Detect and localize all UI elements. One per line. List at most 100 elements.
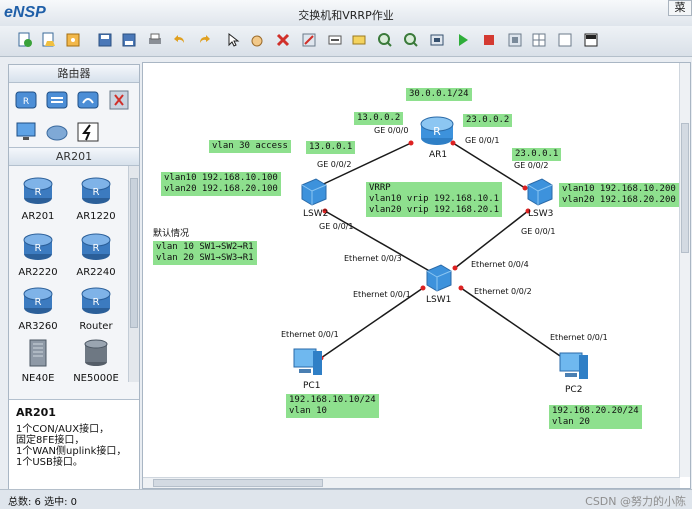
pan-hand-icon[interactable] — [248, 31, 266, 49]
switch-lsw3-icon[interactable] — [524, 175, 556, 207]
terminal-category-icon[interactable] — [14, 121, 38, 143]
note-default-paths[interactable]: vlan 10 SW1→SW2→R1 vlan 20 SW1→SW3→R1 — [153, 241, 257, 265]
title-bar: eNSP 交换机和VRRP作业 菜 — [0, 0, 692, 27]
model-ar2220[interactable]: R AR2220 — [13, 232, 63, 278]
toolbar — [0, 26, 692, 57]
start-device-icon[interactable] — [454, 31, 472, 49]
note-ar1-ip-left[interactable]: 13.0.0.2 — [354, 112, 404, 125]
device-info-line: 1个WAN侧uplink接口， — [16, 446, 127, 457]
link-lsw2-lsw1 — [324, 210, 434, 274]
save-all-icon[interactable] — [120, 31, 138, 49]
device-info-panel: AR201 1个CON/AUX接口， 固定8FE接口， 1个WAN侧uplink… — [9, 399, 139, 490]
text-note-icon[interactable] — [326, 31, 344, 49]
switch-category-icon[interactable] — [45, 89, 69, 111]
note-lsw2-ip[interactable]: 13.0.0.1 — [306, 141, 356, 154]
firewall-category-icon[interactable] — [107, 89, 131, 111]
open-icon[interactable] — [40, 31, 58, 49]
note-ar1-ip-right[interactable]: 23.0.0.2 — [463, 114, 513, 127]
cloud-category-icon[interactable] — [45, 121, 69, 143]
display-grid-icon[interactable] — [530, 31, 548, 49]
router-icon: R — [81, 177, 111, 204]
model-ar1220[interactable]: R AR1220 — [71, 176, 121, 222]
device-sidebar: 路由器 R AR201 R AR201 R AR1220 R AR2220 R … — [8, 64, 140, 491]
pc2-icon[interactable] — [557, 349, 591, 383]
port-label: GE 0/0/1 — [465, 136, 500, 145]
chassis-icon — [29, 339, 47, 367]
zoom-out-icon[interactable] — [402, 31, 420, 49]
chassis-icon — [84, 339, 108, 366]
port-label: GE 0/0/1 — [319, 222, 354, 231]
device-name-lsw1: LSW1 — [426, 295, 452, 305]
device-info-line: 1个USB接口。 — [16, 457, 83, 468]
device-name-lsw2: LSW2 — [303, 209, 329, 219]
wireless-category-icon[interactable] — [76, 89, 100, 111]
svg-text:R: R — [93, 187, 100, 198]
note-pc1[interactable]: 192.168.10.10/24 vlan 10 — [286, 394, 379, 418]
device-name-pc2: PC2 — [565, 385, 583, 395]
window-title: 交换机和VRRP作业 — [298, 9, 394, 22]
note-default-title[interactable]: 默认情况 — [153, 229, 190, 240]
switch-lsw1-icon[interactable] — [423, 261, 455, 293]
category-grid: R — [9, 83, 139, 147]
svg-text:R: R — [93, 297, 100, 308]
device-name-lsw3: LSW3 — [528, 209, 554, 219]
model-ar201[interactable]: R AR201 — [13, 176, 63, 222]
device-info-line: 1个CON/AUX接口， — [16, 424, 110, 435]
stop-device-icon[interactable] — [480, 31, 498, 49]
note-lsw3-vlans[interactable]: vlan10 192.168.10.200 vlan20 192.168.20.2… — [559, 183, 679, 207]
model-list-scrollbar[interactable] — [128, 166, 139, 382]
svg-text:R: R — [35, 187, 42, 198]
palette-icon[interactable] — [350, 31, 368, 49]
delete-icon[interactable] — [274, 31, 292, 49]
note-lsw3-ip[interactable]: 23.0.0.1 — [512, 148, 562, 161]
svg-text:R: R — [35, 243, 42, 254]
router-ar1-icon[interactable]: R — [419, 115, 455, 147]
port-label: Ethernet 0/0/4 — [471, 260, 529, 269]
settings-icon[interactable] — [582, 31, 600, 49]
new-topology-icon[interactable] — [16, 31, 34, 49]
device-info-title: AR201 — [16, 406, 56, 419]
model-ar3260[interactable]: R AR3260 — [13, 286, 63, 332]
delete-link-icon[interactable] — [300, 31, 318, 49]
status-text: 总数: 6 选中: 0 — [8, 497, 77, 508]
fit-view-icon[interactable] — [428, 31, 446, 49]
svg-text:R: R — [23, 97, 29, 107]
switch-lsw2-icon[interactable] — [298, 175, 330, 207]
model-ne5000e[interactable]: NE5000E — [71, 338, 121, 382]
select-icon[interactable] — [224, 31, 242, 49]
canvas-vertical-scrollbar[interactable] — [679, 63, 690, 477]
model-list: R AR201 R AR1220 R AR2220 R AR2240 R AR3… — [9, 166, 139, 382]
undo-icon[interactable] — [170, 31, 188, 49]
print-icon[interactable] — [146, 31, 164, 49]
port-label: GE 0/0/2 — [514, 161, 549, 170]
router-icon: R — [23, 233, 53, 260]
menu-button[interactable]: 菜 — [668, 0, 692, 16]
model-ne40e[interactable]: NE40E — [13, 338, 63, 382]
model-header: AR201 — [9, 147, 139, 166]
topology-icon[interactable] — [556, 31, 574, 49]
save-as-icon[interactable] — [96, 31, 114, 49]
save-icon[interactable] — [64, 31, 82, 49]
pc1-icon[interactable] — [291, 345, 325, 379]
note-vlan30[interactable]: vlan 30 access — [209, 140, 291, 153]
note-ar1-loopback[interactable]: 30.0.0.1/24 — [406, 88, 472, 101]
link-category-icon[interactable] — [76, 121, 100, 143]
model-router[interactable]: R Router — [71, 286, 121, 332]
canvas-horizontal-scrollbar[interactable] — [143, 477, 680, 488]
note-vrrp[interactable]: VRRP vlan10 vrip 192.168.10.1 vlan20 vrip … — [366, 182, 503, 217]
redo-icon[interactable] — [196, 31, 214, 49]
svg-text:R: R — [35, 297, 42, 308]
svg-text:R: R — [93, 243, 100, 254]
status-bar: 总数: 6 选中: 0 CSDN @努力的小陈 — [0, 489, 692, 509]
note-lsw2-vlans[interactable]: vlan10 192.168.10.100 vlan20 192.168.20.1… — [161, 172, 281, 196]
router-category-icon[interactable]: R — [14, 89, 38, 111]
device-info-line: 固定8FE接口， — [16, 435, 85, 446]
model-ar2240[interactable]: R AR2240 — [71, 232, 121, 278]
capture-icon[interactable] — [506, 31, 524, 49]
router-icon: R — [23, 177, 53, 204]
note-pc2[interactable]: 192.168.20.20/24 vlan 20 — [549, 405, 642, 429]
router-icon: R — [81, 233, 111, 260]
watermark: CSDN @努力的小陈 — [585, 495, 686, 508]
topology-canvas[interactable]: R AR1 LSW2 LSW3 LSW1 PC1 PC2 GE 0/0/0 GE… — [142, 62, 691, 489]
zoom-in-icon[interactable] — [376, 31, 394, 49]
